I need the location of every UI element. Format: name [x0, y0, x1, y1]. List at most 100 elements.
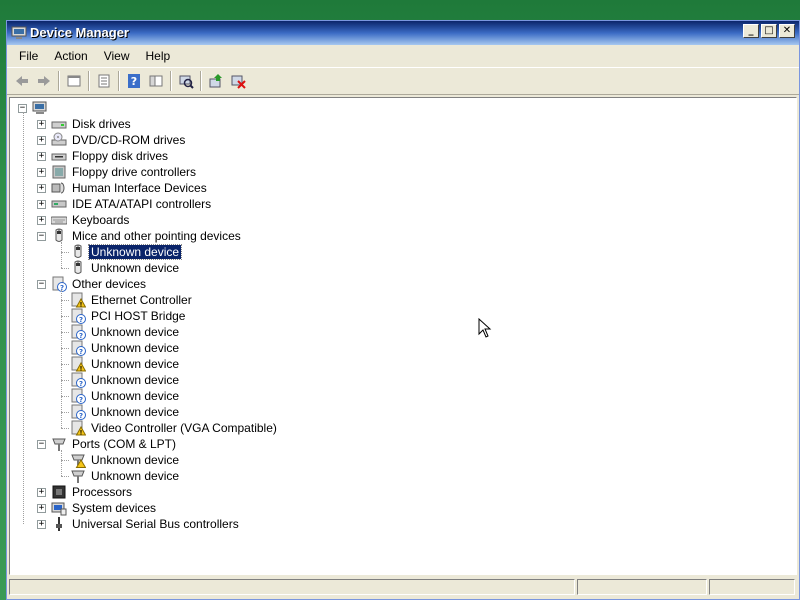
- tree-connector: [61, 380, 69, 381]
- title-bar[interactable]: Device Manager _ □ ✕: [7, 21, 799, 45]
- tree-device[interactable]: ? Unknown device: [70, 404, 181, 420]
- menu-file[interactable]: File: [11, 49, 46, 63]
- tree-category[interactable]: − Mice and other pointing devices: [37, 228, 243, 244]
- tree-device[interactable]: Unknown device: [70, 468, 181, 484]
- tree-category[interactable]: + Disk drives: [37, 116, 133, 132]
- menu-view[interactable]: View: [96, 49, 138, 63]
- svg-text:?: ?: [79, 316, 83, 324]
- tree-device[interactable]: Unknown device: [70, 260, 181, 276]
- tree-item-label: System devices: [72, 501, 157, 515]
- expand-icon[interactable]: +: [37, 167, 46, 177]
- expand-icon[interactable]: +: [37, 215, 46, 225]
- tree-item-label: Unknown device: [91, 453, 180, 467]
- unknown-device-icon: ?: [52, 276, 67, 292]
- help-icon: ?: [128, 74, 140, 88]
- tree-device[interactable]: ! Video Controller (VGA Compatible): [70, 420, 279, 436]
- expand-icon[interactable]: +: [37, 135, 46, 145]
- update-driver-button[interactable]: [205, 70, 227, 92]
- processor-icon: [52, 485, 66, 499]
- tree-item-label: Other devices: [72, 277, 147, 291]
- status-pane-main: [9, 579, 575, 595]
- expand-icon[interactable]: +: [37, 503, 46, 513]
- expand-icon[interactable]: +: [37, 519, 46, 529]
- mouse-cursor-icon: [478, 318, 492, 338]
- tree-item-label: Floppy drive controllers: [72, 165, 197, 179]
- forward-icon: [38, 76, 50, 86]
- warning-port-icon: [71, 454, 86, 468]
- help-button[interactable]: ?: [123, 70, 145, 92]
- tree-device[interactable]: ? Unknown device: [70, 372, 181, 388]
- tree-category[interactable]: + Human Interface Devices: [37, 180, 209, 196]
- tree-device[interactable]: Unknown device: [70, 244, 183, 260]
- expand-icon[interactable]: +: [37, 183, 46, 193]
- mouse-icon: [55, 228, 63, 242]
- menu-help[interactable]: Help: [138, 49, 179, 63]
- device-manager-window: Device Manager _ □ ✕ File Action View He…: [6, 20, 800, 600]
- up-level-button[interactable]: [63, 70, 85, 92]
- close-button[interactable]: ✕: [779, 24, 795, 38]
- tree-category[interactable]: + Floppy drive controllers: [37, 164, 198, 180]
- tree-device[interactable]: ? Unknown device: [70, 340, 181, 356]
- collapse-icon[interactable]: −: [37, 279, 46, 289]
- unknown-device-icon: ?: [71, 404, 86, 420]
- device-tree-panel[interactable]: − + Disk drives + DVD/CD-ROM drives + Floppy d…: [9, 97, 797, 575]
- collapse-icon[interactable]: −: [37, 231, 46, 241]
- scan-hardware-button[interactable]: [175, 70, 197, 92]
- port-icon: [52, 438, 66, 451]
- menu-bar: File Action View Help: [7, 46, 799, 66]
- tree-category[interactable]: −? Other devices: [37, 276, 148, 292]
- computer-icon: [32, 101, 47, 114]
- tree-category[interactable]: − Ports (COM & LPT): [37, 436, 178, 452]
- console-tree-button[interactable]: [145, 70, 167, 92]
- expand-icon[interactable]: +: [37, 199, 46, 209]
- tree-connector: [61, 476, 69, 477]
- menu-action[interactable]: Action: [46, 49, 95, 63]
- tree-device[interactable]: ? Unknown device: [70, 324, 181, 340]
- tree-item-label: PCI HOST Bridge: [91, 309, 186, 323]
- port-icon: [71, 470, 85, 483]
- tree-category[interactable]: + Processors: [37, 484, 134, 500]
- warning-device-icon: !: [71, 420, 86, 436]
- warning-device-icon: !: [71, 292, 86, 308]
- tree-device[interactable]: ? Unknown device: [70, 388, 181, 404]
- maximize-button[interactable]: □: [761, 24, 777, 38]
- tree-item-label: Keyboards: [72, 213, 130, 227]
- tree-category[interactable]: + Floppy disk drives: [37, 148, 170, 164]
- tree-category[interactable]: + System devices: [37, 500, 158, 516]
- collapse-icon[interactable]: −: [37, 439, 46, 449]
- window-title: Device Manager: [30, 25, 129, 40]
- toolbar-separator: [118, 71, 120, 91]
- tree-connector: [61, 332, 69, 333]
- tree-item-label: Processors: [72, 485, 133, 499]
- hid-icon: [51, 182, 65, 194]
- tree-connector: [61, 396, 69, 397]
- expand-icon[interactable]: +: [37, 119, 46, 129]
- tree-item-label: Unknown device: [91, 469, 180, 483]
- tree-category[interactable]: + Keyboards: [37, 212, 131, 228]
- uninstall-button[interactable]: [227, 70, 249, 92]
- tree-connector: [61, 460, 69, 461]
- tree-device[interactable]: ! Unknown device: [70, 356, 181, 372]
- system-device-icon: [51, 502, 67, 516]
- floppy-drive-icon: [51, 153, 67, 161]
- tree-category[interactable]: + Universal Serial Bus controllers: [37, 516, 241, 532]
- expand-icon[interactable]: +: [37, 487, 46, 497]
- tree-item-label: Video Controller (VGA Compatible): [91, 421, 277, 435]
- properties-icon: [98, 74, 110, 88]
- usb-icon: [56, 517, 62, 531]
- tree-device[interactable]: ? PCI HOST Bridge: [70, 308, 187, 324]
- tree-device[interactable]: ! Ethernet Controller: [70, 292, 194, 308]
- tree-device[interactable]: Unknown device: [70, 452, 181, 468]
- tree-category[interactable]: + IDE ATA/ATAPI controllers: [37, 196, 213, 212]
- tree-connector: [23, 112, 24, 524]
- expand-icon[interactable]: +: [37, 151, 46, 161]
- tree-item-label: Human Interface Devices: [72, 181, 207, 195]
- forward-button[interactable]: [33, 70, 55, 92]
- minimize-button[interactable]: _: [743, 24, 759, 38]
- back-button[interactable]: [11, 70, 33, 92]
- properties-button[interactable]: [93, 70, 115, 92]
- svg-text:?: ?: [79, 396, 83, 404]
- tree-item-label: DVD/CD-ROM drives: [72, 133, 186, 147]
- tree-connector: [61, 412, 69, 413]
- tree-category[interactable]: + DVD/CD-ROM drives: [37, 132, 187, 148]
